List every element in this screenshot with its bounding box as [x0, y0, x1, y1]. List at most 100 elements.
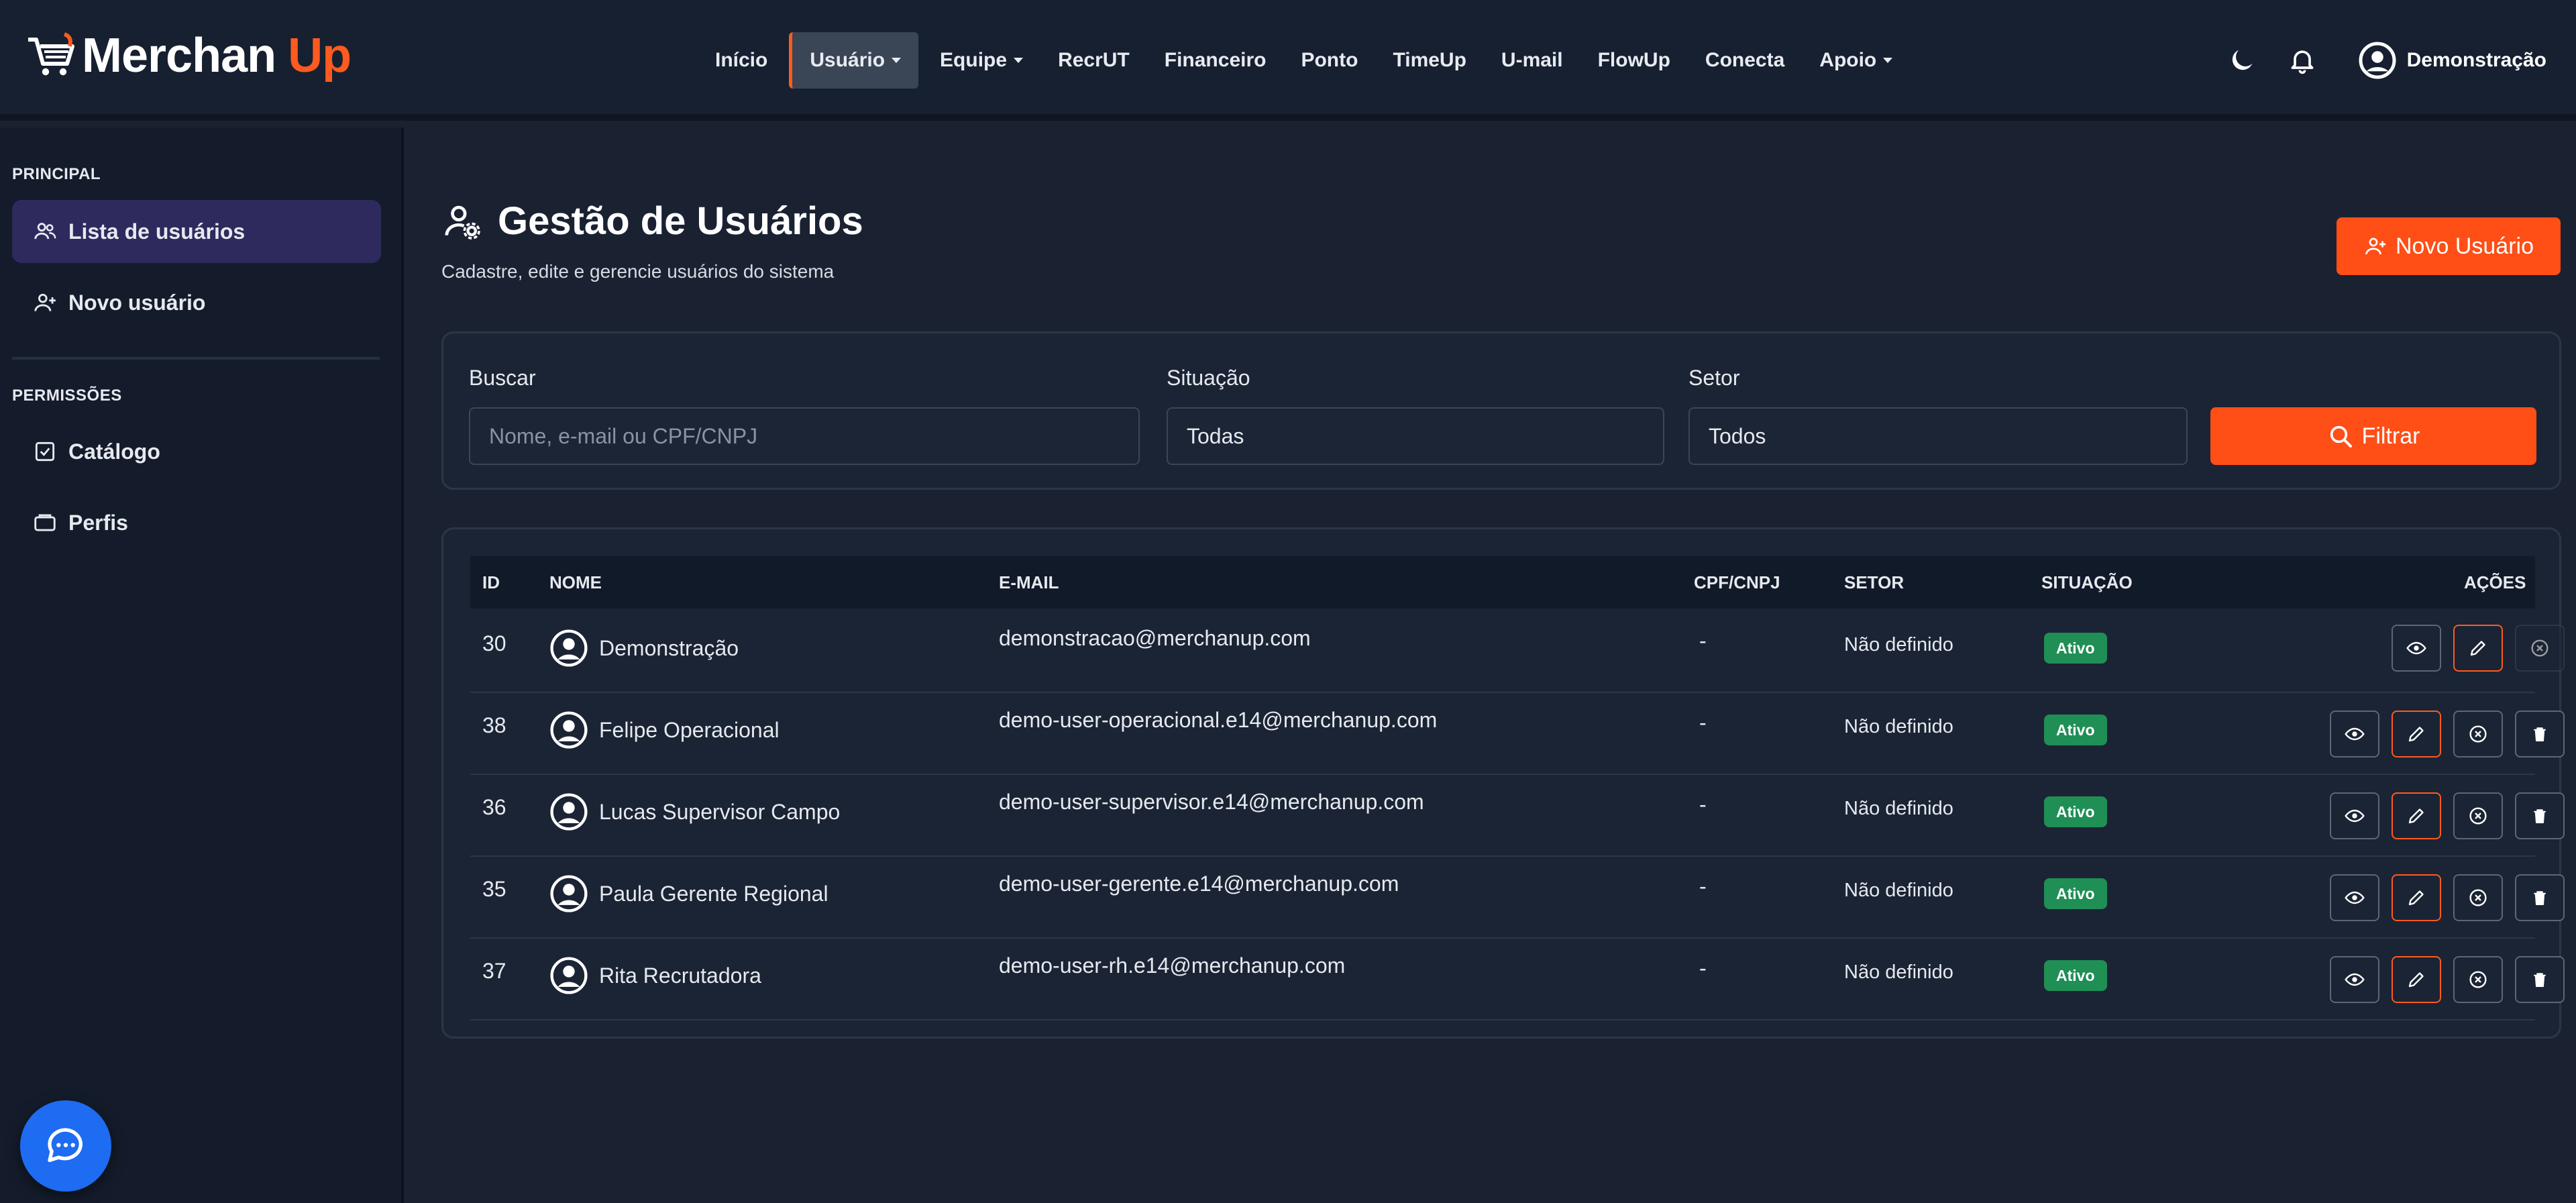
delete-button[interactable]	[2515, 874, 2565, 921]
notifications-button[interactable]	[2284, 42, 2321, 79]
sidebar-divider	[12, 357, 380, 360]
menu-item-umail[interactable]: U-mail	[1484, 32, 1580, 89]
edit-button[interactable]	[2453, 625, 2503, 672]
user-name-text: Felipe Operacional	[599, 717, 780, 742]
trash-icon	[2534, 809, 2546, 823]
delete-button[interactable]	[2515, 956, 2565, 1003]
delete-button[interactable]	[2515, 711, 2565, 757]
sidebar-item-novo-usuario[interactable]: Novo usuário	[12, 271, 381, 334]
pencil-icon	[2408, 972, 2424, 988]
cell-id: 30	[482, 631, 506, 656]
cell-email: demo-user-supervisor.e14@merchanup.com	[999, 790, 1424, 814]
cell-doc: -	[1699, 711, 1707, 735]
cell-name: Rita Recrutadora	[549, 956, 761, 995]
sector-select[interactable]: Todos	[1688, 407, 2188, 465]
table-row: 35 Paula Gerente Regional demo-user-gerent…	[470, 857, 2565, 939]
status-label: Situação	[1167, 366, 1250, 390]
menu-item-timeup[interactable]: TimeUp	[1375, 32, 1483, 89]
view-button[interactable]	[2330, 792, 2379, 839]
brand-logo[interactable]: Merchan Up	[24, 19, 352, 93]
view-button[interactable]	[2330, 711, 2379, 757]
menu-item-financeiro[interactable]: Financeiro	[1147, 32, 1284, 89]
edit-button[interactable]	[2392, 956, 2441, 1003]
deactivate-icon	[2469, 971, 2487, 988]
avatar-icon	[550, 875, 588, 912]
filter-button-label: Filtrar	[2361, 423, 2420, 449]
sidebar-item-lista-usuarios[interactable]: Lista de usuários	[12, 200, 381, 263]
cell-id: 35	[482, 877, 506, 901]
menu-item-recrut[interactable]: RecrUT	[1040, 32, 1147, 89]
users-icon	[34, 223, 56, 240]
edit-button[interactable]	[2392, 711, 2441, 757]
user-plus-icon	[2365, 238, 2385, 255]
view-button[interactable]	[2330, 956, 2379, 1003]
page-header: Gestão de Usuários Cadastre, edite e ger…	[441, 199, 863, 282]
pencil-icon	[2408, 808, 2424, 824]
menu-item-conecta[interactable]: Conecta	[1688, 32, 1802, 89]
status-select[interactable]: Todas	[1167, 407, 1664, 465]
top-right-tools: Demonstração	[2200, 32, 2546, 89]
col-header-sector: SETOR	[1844, 572, 1904, 592]
menu-item-inicio[interactable]: Início	[698, 32, 785, 89]
trash-icon	[2534, 891, 2546, 905]
folder-icon	[34, 514, 56, 531]
theme-toggle-button[interactable]	[2223, 42, 2261, 79]
sidebar-item-label: Perfis	[68, 510, 128, 535]
search-input[interactable]: Nome, e-mail ou CPF/CNPJ	[469, 407, 1140, 465]
cell-sector: Não definido	[1844, 961, 1953, 983]
menu-item-ponto[interactable]: Ponto	[1283, 32, 1375, 89]
edit-button[interactable]	[2392, 874, 2441, 921]
edit-button[interactable]	[2392, 792, 2441, 839]
page-title-text: Gestão de Usuários	[498, 199, 863, 243]
cell-id: 37	[482, 959, 506, 983]
caret-down-icon	[1014, 58, 1024, 63]
col-header-actions: AÇÕES	[2464, 572, 2526, 592]
chat-support-button[interactable]	[20, 1100, 111, 1192]
user-menu-button[interactable]: Demonstração	[2357, 40, 2546, 81]
filter-button[interactable]: Filtrar	[2210, 407, 2536, 465]
brand-name: Merchan	[82, 29, 276, 83]
menu-item-usuario[interactable]: Usuário	[789, 32, 919, 89]
sector-select-value: Todos	[1709, 423, 1766, 448]
table-row: 36 Lucas Supervisor Campo demo-user-superv…	[470, 775, 2565, 857]
menu-label: Equipe	[940, 49, 1008, 71]
sidebar-item-perfis[interactable]: Perfis	[12, 491, 381, 554]
new-user-button[interactable]: Novo Usuário	[2337, 217, 2561, 275]
pencil-icon	[2470, 641, 2485, 656]
menu-item-flowup[interactable]: FlowUp	[1580, 32, 1688, 89]
deactivate-button[interactable]	[2453, 711, 2503, 757]
view-button[interactable]	[2330, 874, 2379, 921]
menu-label: FlowUp	[1597, 49, 1670, 71]
cell-sector: Não definido	[1844, 798, 1953, 819]
cell-email: demo-user-rh.e14@merchanup.com	[999, 953, 1346, 978]
menu-label: Conecta	[1705, 49, 1785, 71]
sidebar-item-catalogo[interactable]: Catálogo	[12, 420, 381, 483]
avatar-icon	[550, 629, 588, 667]
cart-icon	[28, 32, 74, 76]
user-settings-icon	[445, 205, 480, 240]
sector-label: Setor	[1688, 366, 1740, 390]
cell-email: demo-user-gerente.e14@merchanup.com	[999, 872, 1399, 896]
delete-button[interactable]	[2515, 792, 2565, 839]
deactivate-button[interactable]	[2453, 956, 2503, 1003]
cell-name: Lucas Supervisor Campo	[549, 792, 840, 831]
menu-item-equipe[interactable]: Equipe	[922, 32, 1040, 89]
cell-name: Felipe Operacional	[549, 711, 780, 749]
menu-item-apoio[interactable]: Apoio	[1802, 32, 1910, 89]
cell-doc: -	[1699, 956, 1707, 980]
status-badge: Ativo	[2044, 960, 2107, 991]
eye-icon	[2345, 891, 2365, 904]
sidebar-item-label: Lista de usuários	[68, 219, 246, 244]
sidebar-section-principal: PRINCIPAL	[12, 165, 101, 183]
user-name-text: Demonstração	[599, 635, 739, 660]
menu-label: U-mail	[1501, 49, 1563, 71]
col-header-name: NOME	[549, 572, 602, 592]
deactivate-button[interactable]	[2453, 874, 2503, 921]
eye-icon	[2345, 973, 2365, 986]
user-name: Demonstração	[2406, 49, 2546, 71]
page-subtitle: Cadastre, edite e gerencie usuários do s…	[441, 261, 835, 282]
deactivate-button[interactable]	[2453, 792, 2503, 839]
view-button[interactable]	[2392, 625, 2441, 672]
search-icon	[2330, 425, 2352, 448]
menu-label: Apoio	[1819, 49, 1877, 71]
